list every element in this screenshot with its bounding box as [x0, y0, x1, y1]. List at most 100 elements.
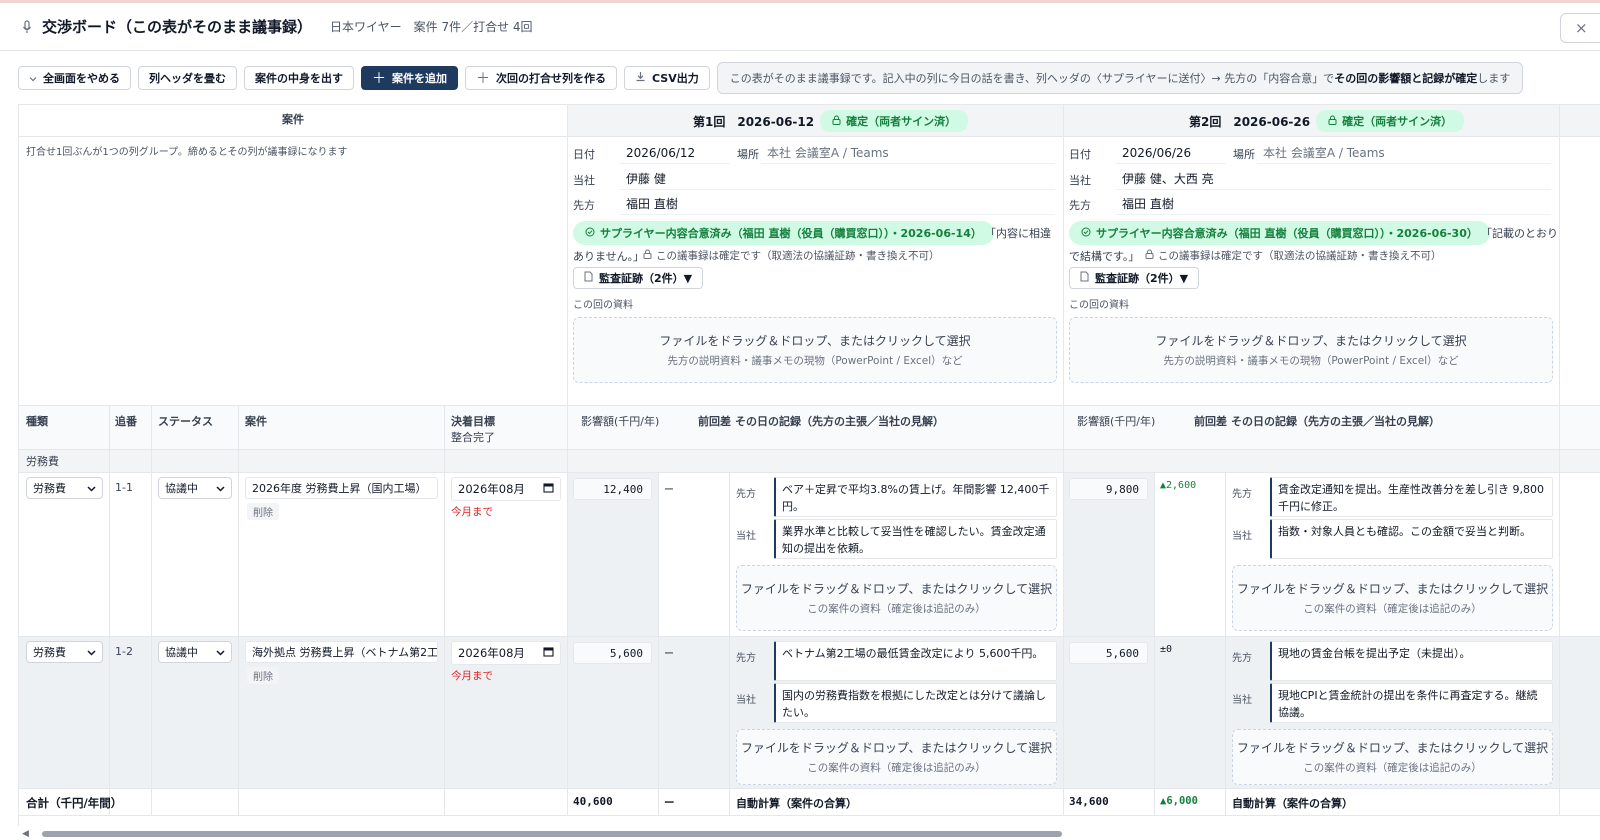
row-1-delete-button[interactable]: 削除	[247, 503, 279, 520]
their-side-label: 先方	[1069, 199, 1091, 212]
add-case-button[interactable]: ＋ 案件を追加	[361, 66, 458, 90]
col-diff: 前回差	[698, 415, 731, 428]
collapse-headers-button[interactable]: 列ヘッダを畳む	[138, 66, 237, 90]
chevron-down-icon	[87, 646, 96, 659]
lock-icon	[643, 249, 652, 262]
row-2-due-label: 今月まで	[451, 670, 493, 682]
col-target: 決着目標	[451, 415, 495, 428]
row-1-r1-their-note[interactable]: ベア＋定昇で平均3.8%の賃上げ。年間影響 12,400千円。	[774, 477, 1057, 517]
row-1-r2-impact[interactable]: 9,800	[1069, 478, 1148, 500]
round-1-our-attendees[interactable]: 伊藤 健	[620, 168, 1055, 190]
row-1-r1-file-dropzone[interactable]: ファイルをドラッグ＆ドロップ、またはクリックして選択 この案件の資料（確定後は追…	[736, 565, 1057, 631]
check-circle-icon	[585, 227, 595, 240]
our-side-label: 当社	[573, 174, 595, 187]
col-case: 案件	[245, 415, 267, 428]
check-circle-icon	[1081, 227, 1091, 240]
round-2-materials-label: この回の資料	[1069, 300, 1129, 311]
round-2-lock-notice: この議事録は確定です（取適法の協議証跡・書き換え不可）	[1145, 248, 1442, 263]
row-2-r2-our-note[interactable]: 現地CPIと賃金統計の提出を条件に再査定する。継続協議。	[1270, 683, 1553, 723]
row-1-target-date[interactable]: 2026年08月	[451, 477, 561, 501]
round-2-our-attendees[interactable]: 伊藤 健、大西 亮	[1116, 168, 1551, 190]
row-2-delete-button[interactable]: 削除	[247, 667, 279, 684]
round-1-total: 40,600	[573, 795, 613, 808]
row-1-kind-select[interactable]: 労務費	[26, 477, 103, 499]
csv-export-button[interactable]: CSV出力	[624, 66, 710, 90]
row-2-r1-file-dropzone[interactable]: ファイルをドラッグ＆ドロップ、またはクリックして選択 この案件の資料（確定後は追…	[736, 729, 1057, 785]
round-2-header: 第2回 2026-06-26 確定（両者サイン済）	[1189, 110, 1465, 132]
date-label: 日付	[573, 148, 595, 161]
round-2-file-dropzone[interactable]: ファイルをドラッグ＆ドロップ、またはクリックして選択 先方の説明資料・議事メモの…	[1069, 317, 1553, 383]
scroll-left-arrow-icon[interactable]: ◀	[22, 829, 29, 839]
row-1-status-select[interactable]: 協議中	[158, 477, 232, 499]
round-2-audit-trail-button[interactable]: 監査証跡（2件）▼	[1069, 267, 1200, 289]
round-1-supplier-quote: 「内容に相違	[985, 227, 1051, 240]
close-button[interactable]: ×	[1560, 13, 1600, 43]
round-2-their-attendees[interactable]: 福田 直樹	[1116, 193, 1551, 215]
row-1-due-label: 今月まで	[451, 506, 493, 518]
scrollbar-thumb[interactable]	[42, 831, 1062, 837]
col-seq: 追番	[115, 415, 137, 428]
lock-icon	[832, 115, 841, 128]
calendar-icon	[543, 482, 554, 496]
col-record: その日の記録（先方の主張／当社の見解）	[1231, 415, 1440, 428]
col-diff: 前回差	[1194, 415, 1227, 428]
round-1-agreement-badge: サプライヤー内容合意済み（福田 直樹（役員（購買窓口））・2026-06-14）	[573, 221, 994, 245]
plus-icon: ＋	[372, 71, 386, 87]
negotiation-table: 労務費 案件 打合せ1回ぶんが1つの列グループ。締めるとその列が議事録になります…	[18, 104, 1600, 826]
round-2-status-badge: 確定（両者サイン済）	[1316, 110, 1465, 132]
place-label: 場所	[1233, 148, 1255, 161]
row-2-r2-file-dropzone[interactable]: ファイルをドラッグ＆ドロップ、またはクリックして選択 この案件の資料（確定後は追…	[1232, 729, 1553, 785]
their-side-label: 先方	[573, 199, 595, 212]
row-1-r1-impact[interactable]: 12,400	[573, 478, 652, 500]
col-status: ステータス	[158, 415, 213, 428]
round-2-supplier-quote: 「記載のとおり	[1481, 227, 1558, 240]
app-header: 交渉ボード（この表がそのまま議事録） 日本ワイヤー 案件 7件／打合せ 4回 ×	[0, 3, 1600, 51]
plus-icon: ＋	[476, 71, 490, 87]
col-impact: 影響額(千円/年)	[1077, 415, 1156, 428]
row-2-status-select[interactable]: 協議中	[158, 641, 232, 663]
row-2-r2-impact[interactable]: 5,600	[1069, 642, 1148, 664]
row-2-case-input[interactable]: 海外拠点 労務費上昇（ベトナム第2工場）	[245, 641, 438, 663]
row-1-r2-their-note[interactable]: 賃金改定通知を提出。生産性改善分を差し引き 9,800千円に修正。	[1270, 477, 1553, 517]
row-1-case-input[interactable]: 2026年度 労務費上昇（国内工場）	[245, 477, 438, 499]
round-1-date-field[interactable]: 2026/06/12	[620, 142, 730, 164]
row-1-r2-our-note[interactable]: 指数・対象人員とも確認。この金額で妥当と判断。	[1270, 519, 1553, 559]
row-2-r1-their-note[interactable]: ベトナム第2工場の最低賃金改定により 5,600千円。	[774, 641, 1057, 681]
row-2-target-date[interactable]: 2026年08月	[451, 641, 561, 665]
microphone-icon	[20, 17, 34, 37]
row-2-kind-select[interactable]: 労務費	[26, 641, 103, 663]
round-1-supplier-quote-cont: ありません。」	[573, 250, 645, 263]
our-side-label: 当社	[1232, 531, 1252, 542]
round-1-file-dropzone[interactable]: ファイルをドラッグ＆ドロップ、またはクリックして選択 先方の説明資料・議事メモの…	[573, 317, 1057, 383]
row-1-seq: 1-1	[115, 481, 133, 494]
round-2-date-field[interactable]: 2026/06/26	[1116, 142, 1226, 164]
row-2-r2-their-note[interactable]: 現地の賃金台帳を提出予定（未提出）。	[1270, 641, 1553, 681]
our-side-label: 当社	[736, 531, 756, 542]
expand-cases-button[interactable]: 案件の中身を出す	[244, 66, 354, 90]
round-2-place-field[interactable]: 本社 会議室A / Teams	[1257, 142, 1551, 164]
round-1-their-attendees[interactable]: 福田 直樹	[620, 193, 1055, 215]
row-2-r1-diff: ー	[664, 649, 674, 660]
toolbar: 全画面をやめる 列ヘッダを畳む 案件の中身を出す ＋ 案件を追加 ＋ 次回の打合…	[18, 62, 1524, 94]
exit-fullscreen-button[interactable]: 全画面をやめる	[18, 66, 131, 90]
case-panel-hint: 打合せ1回ぶんが1つの列グループ。締めるとその列が議事録になります	[26, 147, 348, 158]
round-2-agreement-badge: サプライヤー内容合意済み（福田 直樹（役員（購買窓口））・2026-06-30）	[1069, 221, 1490, 245]
calendar-icon	[543, 646, 554, 660]
row-1-r1-diff: ー	[664, 485, 674, 496]
row-1-r2-diff: ▲2,600	[1160, 480, 1197, 491]
row-1-r2-file-dropzone[interactable]: ファイルをドラッグ＆ドロップ、またはクリックして選択 この案件の資料（確定後は追…	[1232, 565, 1553, 631]
row-1-r1-our-note[interactable]: 業界水準と比較して妥当性を確認したい。賃金改定通知の提出を依頼。	[774, 519, 1057, 559]
our-side-label: 当社	[1069, 174, 1091, 187]
round-1-place-field[interactable]: 本社 会議室A / Teams	[761, 142, 1055, 164]
instruction-banner: この表がそのまま議事録です。記入中の列に今日の話を書き、列ヘッダの〈サプライヤー…	[716, 62, 1524, 94]
row-2-seq: 1-2	[115, 645, 133, 658]
page-title: 交渉ボード（この表がそのまま議事録）	[42, 18, 313, 36]
round-1-audit-trail-button[interactable]: 監査証跡（2件）▼	[573, 267, 704, 289]
create-next-meeting-button[interactable]: ＋ 次回の打合せ列を作る	[465, 66, 617, 90]
case-panel-header: 案件	[282, 113, 304, 126]
horizontal-scrollbar[interactable]: ◀	[18, 828, 1600, 840]
row-2-r1-impact[interactable]: 5,600	[573, 642, 652, 664]
place-label: 場所	[737, 148, 759, 161]
row-2-r1-our-note[interactable]: 国内の労務費指数を根拠にした改定とは分けて議論したい。	[774, 683, 1057, 723]
download-icon	[635, 71, 646, 85]
